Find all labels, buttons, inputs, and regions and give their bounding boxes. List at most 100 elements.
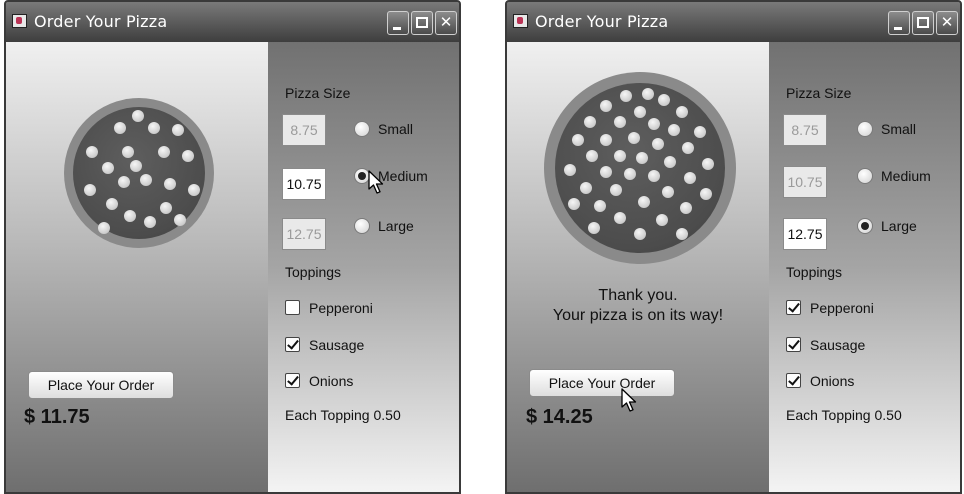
topping-piece [174, 214, 186, 226]
medium-size-label[interactable]: Medium [881, 168, 931, 184]
sausage-label[interactable]: Sausage [810, 337, 865, 353]
small-size-radio[interactable] [857, 121, 873, 137]
close-icon: ✕ [940, 13, 954, 31]
java-cup-icon[interactable] [12, 14, 27, 28]
confirmation-message: Thank you. Your pizza is on its way! [507, 286, 769, 326]
sausage-label[interactable]: Sausage [309, 337, 364, 353]
topping-piece [656, 214, 668, 226]
window-title: Order Your Pizza [34, 12, 168, 31]
topping-piece [652, 138, 664, 150]
topping-piece [682, 142, 694, 154]
title-bar[interactable]: Order Your Pizza ✕ [507, 2, 960, 42]
close-button[interactable]: ✕ [435, 11, 457, 35]
topping-piece [172, 124, 184, 136]
minimize-icon [393, 27, 401, 30]
topping-piece [676, 106, 688, 118]
maximize-icon [917, 17, 929, 28]
order-options-panel: Pizza Size 8.75 Small 10.75 Medium 12.75… [268, 42, 459, 492]
topping-piece [700, 188, 712, 200]
topping-piece [614, 150, 626, 162]
sausage-checkbox[interactable] [285, 337, 300, 352]
place-order-button[interactable]: Place Your Order [529, 369, 675, 397]
title-bar[interactable]: Order Your Pizza ✕ [6, 2, 459, 42]
topping-piece [122, 146, 134, 158]
small-size-radio[interactable] [354, 121, 370, 137]
pepperoni-checkbox[interactable] [285, 300, 300, 315]
onions-label[interactable]: Onions [309, 373, 353, 389]
minimize-button[interactable] [387, 11, 409, 35]
topping-piece [102, 162, 114, 174]
onions-checkbox[interactable] [285, 373, 300, 388]
large-size-radio[interactable] [354, 218, 370, 234]
topping-piece [130, 160, 142, 172]
topping-piece [702, 158, 714, 170]
topping-piece [568, 198, 580, 210]
topping-piece [594, 200, 606, 212]
sausage-checkbox[interactable] [786, 337, 801, 352]
topping-piece [614, 116, 626, 128]
topping-piece [588, 222, 600, 234]
confirmation-line-2: Your pizza is on its way! [552, 307, 724, 324]
topping-piece [580, 182, 592, 194]
maximize-button[interactable] [411, 11, 433, 35]
topping-piece [620, 90, 632, 102]
pepperoni-label[interactable]: Pepperoni [810, 300, 874, 316]
java-cup-icon[interactable] [513, 14, 528, 28]
small-size-label[interactable]: Small [881, 121, 916, 137]
topping-piece [600, 134, 612, 146]
large-price-field: 12.75 [783, 218, 827, 250]
place-order-button[interactable]: Place Your Order [28, 371, 174, 399]
pizza-image [544, 72, 736, 264]
topping-piece [188, 184, 200, 196]
window-title: Order Your Pizza [535, 12, 669, 31]
order-total: $ 14.25 [526, 406, 593, 428]
confirmation-line-1: Thank you. [598, 287, 678, 304]
topping-piece [148, 122, 160, 134]
topping-piece [634, 228, 646, 240]
large-size-label[interactable]: Large [881, 218, 917, 234]
topping-piece [132, 110, 144, 122]
topping-piece [600, 166, 612, 178]
topping-piece [648, 170, 660, 182]
onions-checkbox[interactable] [786, 373, 801, 388]
topping-piece [668, 124, 680, 136]
pizza-display-panel: Thank you. Your pizza is on its way! Pla… [507, 42, 769, 492]
large-size-label[interactable]: Large [378, 218, 414, 234]
pizza-size-label: Pizza Size [786, 85, 852, 101]
close-icon: ✕ [439, 13, 453, 31]
topping-price-note: Each Topping 0.50 [285, 407, 401, 423]
close-button[interactable]: ✕ [936, 11, 958, 35]
topping-piece [114, 122, 126, 134]
topping-piece [106, 198, 118, 210]
topping-piece [638, 196, 650, 208]
topping-price-note: Each Topping 0.50 [786, 407, 902, 423]
topping-piece [610, 184, 622, 196]
topping-piece [84, 184, 96, 196]
topping-piece [676, 228, 688, 240]
small-size-label[interactable]: Small [378, 121, 413, 137]
pepperoni-label[interactable]: Pepperoni [309, 300, 373, 316]
topping-piece [144, 216, 156, 228]
topping-piece [648, 118, 660, 130]
topping-piece [86, 146, 98, 158]
toppings-label: Toppings [786, 264, 843, 280]
minimize-button[interactable] [888, 11, 910, 35]
mouse-pointer-icon [368, 170, 384, 194]
topping-piece [564, 164, 576, 176]
maximize-button[interactable] [912, 11, 934, 35]
topping-piece [634, 106, 646, 118]
topping-piece [600, 100, 612, 112]
mouse-pointer-icon [621, 388, 637, 412]
topping-piece [158, 146, 170, 158]
topping-piece [680, 202, 692, 214]
large-price-field: 12.75 [282, 218, 326, 250]
topping-piece [636, 152, 648, 164]
medium-size-radio[interactable] [857, 168, 873, 184]
pizza-order-window-1: Order Your Pizza ✕ Place Your Order $ 11… [4, 0, 461, 494]
onions-label[interactable]: Onions [810, 373, 854, 389]
pepperoni-checkbox[interactable] [786, 300, 801, 315]
medium-price-field: 10.75 [783, 166, 827, 198]
large-size-radio[interactable] [857, 218, 873, 234]
topping-piece [118, 176, 130, 188]
pizza-size-label: Pizza Size [285, 85, 351, 101]
